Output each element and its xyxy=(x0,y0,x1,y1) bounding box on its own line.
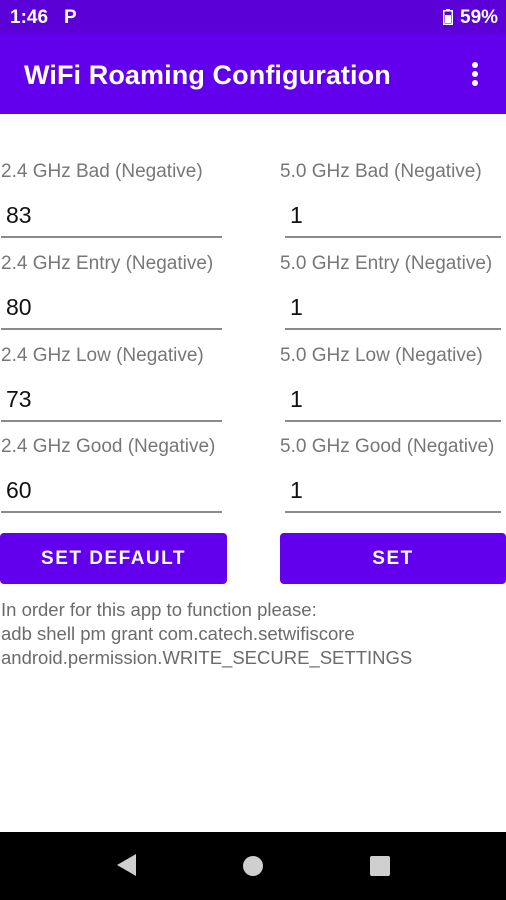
permission-instructions: In order for this app to function please… xyxy=(1,598,506,670)
battery-percent: 59% xyxy=(460,7,499,28)
set-default-button[interactable]: SET DEFAULT xyxy=(0,533,227,584)
info-line-2: adb shell pm grant com.catech.setwifisco… xyxy=(1,623,355,644)
overflow-menu-icon[interactable] xyxy=(464,60,486,90)
input-50-entry[interactable] xyxy=(285,290,501,330)
label-24-low: 2.4 GHz Low (Negative) xyxy=(1,345,204,366)
status-time: 1:46 xyxy=(10,7,49,28)
status-bar: 1:46 P 59% xyxy=(0,0,506,34)
label-24-good: 2.4 GHz Good (Negative) xyxy=(1,436,216,457)
label-24-bad: 2.4 GHz Bad (Negative) xyxy=(1,161,203,182)
input-50-low[interactable] xyxy=(285,382,501,422)
battery-icon xyxy=(443,9,453,25)
input-50-bad[interactable] xyxy=(285,198,501,238)
back-icon[interactable] xyxy=(115,852,137,878)
label-50-low: 5.0 GHz Low (Negative) xyxy=(280,345,483,366)
label-50-bad: 5.0 GHz Bad (Negative) xyxy=(280,161,482,182)
app-bar: WiFi Roaming Configuration xyxy=(0,34,506,114)
info-line-3: android.permission.WRITE_SECURE_SETTINGS xyxy=(1,647,413,668)
home-icon[interactable] xyxy=(243,856,263,876)
input-24-entry[interactable] xyxy=(1,290,222,330)
navigation-bar xyxy=(0,832,506,900)
set-button[interactable]: SET xyxy=(280,533,506,584)
input-50-good[interactable] xyxy=(285,473,501,513)
info-line-1: In order for this app to function please… xyxy=(1,599,317,620)
recents-icon[interactable] xyxy=(370,856,390,876)
input-24-low[interactable] xyxy=(1,382,222,422)
notification-icon: P xyxy=(64,7,77,28)
label-50-entry: 5.0 GHz Entry (Negative) xyxy=(280,253,493,274)
input-24-good[interactable] xyxy=(1,473,222,513)
input-24-bad[interactable] xyxy=(1,198,222,238)
label-50-good: 5.0 GHz Good (Negative) xyxy=(280,436,495,457)
label-24-entry: 2.4 GHz Entry (Negative) xyxy=(1,253,214,274)
app-title: WiFi Roaming Configuration xyxy=(24,60,391,90)
